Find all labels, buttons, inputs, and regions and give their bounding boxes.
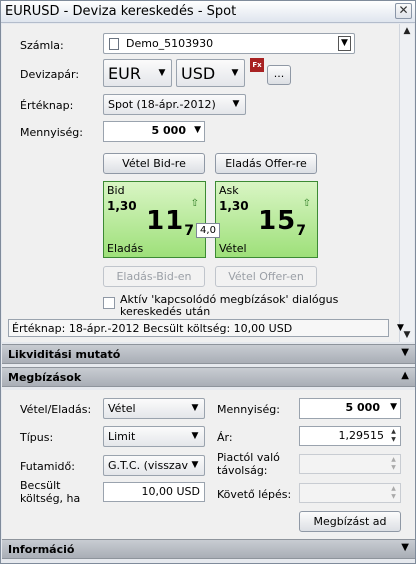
est-cost-field: 10,00 USD — [103, 482, 205, 502]
bid-prefix: 1,30 — [107, 199, 137, 213]
window-title: EURUSD - Deviza kereskedés - Spot — [5, 4, 237, 19]
order-side-value: Vétel — [108, 402, 136, 415]
fx-icon: Fx — [250, 58, 264, 72]
bid-fraction: 7 — [184, 223, 195, 240]
related-orders-label: Aktív 'kapcsolódó megbízások' dialógus k… — [120, 293, 339, 318]
order-quantity-label: Mennyiség: — [217, 403, 280, 416]
buy-bid-button[interactable]: Vétel Bid-re — [103, 153, 205, 174]
order-quantity-field[interactable]: 5 000 ▼ — [299, 398, 401, 419]
est-cost-label-1: Becsült — [20, 479, 61, 492]
bid-title: Bid — [107, 184, 125, 197]
chevron-up-icon[interactable]: ▲ — [401, 370, 409, 381]
orders-title: Megbízások — [8, 371, 82, 384]
chevron-down-icon: ▼ — [158, 68, 166, 78]
spread-value: 4,0 — [196, 223, 220, 238]
value-date-label: Értéknap: — [20, 99, 74, 112]
est-cost-value: 10,00 USD — [141, 485, 201, 498]
account-value: Demo_5103930 — [126, 37, 214, 50]
ask-side-label: Vétel — [219, 242, 247, 255]
sell-bid-button[interactable]: Eladás-Bid-en — [103, 266, 205, 287]
spinner-icon[interactable]: ▲ ▼ — [388, 428, 399, 444]
scrollbar[interactable]: ▲ ▼ — [399, 24, 414, 342]
order-type-label: Típus: — [20, 431, 54, 444]
order-side-select[interactable]: Vétel ▼ — [103, 398, 205, 419]
order-type-value: Limit — [108, 430, 136, 443]
status-bar: Értéknap: 18-ápr.-2012 Becsült költség: … — [8, 319, 389, 337]
value-date-select[interactable]: Spot (18-ápr.-2012) ▼ — [103, 94, 246, 115]
chevron-down-icon[interactable]: ▼ — [194, 125, 201, 135]
bid-quote-button[interactable]: Bid 1,30 ⇧ 117 Eladás — [103, 181, 206, 258]
ask-quote-button[interactable]: Ask 1,30 ⇧ 157 Vétel — [215, 181, 318, 258]
place-order-button[interactable]: Megbízást ad — [299, 511, 401, 532]
account-select[interactable]: Demo_5103930 ▼ — [103, 33, 355, 54]
info-title: Információ — [8, 543, 75, 556]
chevron-down-icon: ▼ — [191, 431, 199, 441]
chevron-down-icon[interactable]: ▼ — [397, 323, 404, 333]
distance-label-1: Piactól való — [217, 451, 280, 464]
chevron-down-icon: ▼ — [191, 403, 199, 413]
order-duration-select[interactable]: G.T.C. (visszavo ▼ — [103, 455, 205, 476]
chevron-down-icon: ▼ — [191, 460, 199, 470]
orders-section-header[interactable]: Megbízások ▲ — [2, 367, 415, 387]
order-side-label: Vétel/Eladás: — [20, 403, 92, 416]
trade-window: EURUSD - Deviza kereskedés - Spot ✕ ▲ ▼ … — [0, 0, 416, 564]
scroll-up-icon[interactable]: ▲ — [402, 26, 412, 36]
base-currency-value: EUR — [108, 64, 141, 83]
quote-currency-select[interactable]: USD ▼ — [176, 59, 245, 87]
bid-pips: 11 — [146, 206, 185, 236]
liquidity-section-header[interactable]: Likviditási mutató ▼ — [2, 344, 415, 364]
more-button[interactable]: ... — [267, 65, 291, 85]
est-cost-label-2: költség, ha — [20, 492, 81, 505]
trailing-step-label: Követő lépés: — [217, 488, 292, 501]
value-date-value: Spot (18-ápr.-2012) — [108, 98, 216, 111]
order-duration-label: Futamidő: — [20, 460, 75, 473]
spinner-icon: ▲ ▼ — [391, 456, 396, 471]
order-price-label: Ár: — [217, 431, 233, 444]
chevron-down-icon[interactable]: ▼ — [401, 542, 409, 553]
trailing-step-field[interactable]: ▲ ▼ — [299, 483, 401, 503]
distance-label-2: távolság: — [217, 464, 268, 477]
order-quantity-value: 5 000 — [345, 401, 380, 414]
ask-title: Ask — [219, 184, 239, 197]
order-price-field[interactable]: 1,29515 ▲ ▼ — [299, 426, 401, 446]
title-bar[interactable]: EURUSD - Deviza kereskedés - Spot ✕ — [1, 1, 415, 23]
account-icon — [109, 38, 119, 50]
base-currency-select[interactable]: EUR ▼ — [103, 59, 172, 87]
order-price-value: 1,29515 — [338, 429, 385, 442]
order-duration-value: G.T.C. (visszavo — [108, 459, 188, 472]
close-icon[interactable]: ✕ — [395, 3, 412, 19]
ask-prefix: 1,30 — [219, 199, 249, 213]
buy-offer-button[interactable]: Vétel Offer-en — [215, 266, 317, 287]
bid-price: 117 — [146, 206, 195, 239]
bid-side-label: Eladás — [107, 242, 144, 255]
amount-field[interactable]: 5 000 ▼ — [103, 121, 205, 142]
amount-value: 5 000 — [151, 124, 186, 137]
related-orders-checkbox[interactable] — [103, 297, 115, 309]
chevron-down-icon: ▼ — [232, 99, 240, 109]
chevron-down-icon[interactable]: ▼ — [338, 36, 351, 51]
info-section-header[interactable]: Információ ▼ — [2, 539, 415, 559]
account-label: Számla: — [20, 39, 64, 52]
order-type-select[interactable]: Limit ▼ — [103, 426, 205, 447]
pair-label: Devizapár: — [20, 68, 80, 81]
ask-pips: 15 — [258, 206, 297, 236]
spinner-icon: ▲ ▼ — [391, 485, 396, 500]
distance-field[interactable]: ▲ ▼ — [299, 454, 401, 474]
sell-offer-button[interactable]: Eladás Offer-re — [215, 153, 317, 174]
chevron-down-icon[interactable]: ▼ — [390, 402, 397, 412]
ask-fraction: 7 — [296, 223, 307, 240]
ask-price: 157 — [258, 206, 307, 239]
amount-label: Mennyiség: — [20, 126, 83, 139]
quote-currency-value: USD — [181, 64, 216, 83]
chevron-down-icon[interactable]: ▼ — [401, 347, 409, 358]
liquidity-title: Likviditási mutató — [8, 348, 121, 361]
chevron-down-icon: ▼ — [231, 68, 239, 78]
